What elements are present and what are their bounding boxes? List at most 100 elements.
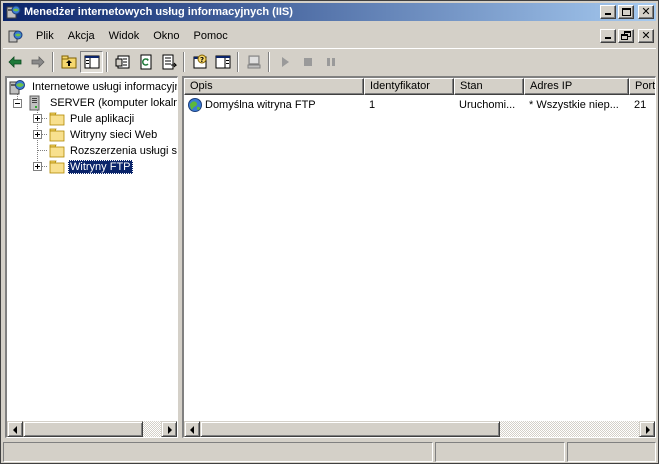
mmc-document-icon[interactable]: [7, 28, 23, 44]
menu-akcja[interactable]: Akcja: [61, 27, 102, 45]
arrow-right-icon: [168, 426, 172, 434]
restore-icon: [621, 34, 628, 40]
ftp-site-name: Domyślna witryna FTP: [205, 98, 316, 111]
minimize-button[interactable]: [600, 5, 616, 19]
menu-okno[interactable]: Okno: [146, 27, 186, 45]
results-pane[interactable]: Opis Identyfikator Stan Adres IP Port Do…: [182, 76, 656, 438]
tree-node-pule-aplikacji[interactable]: Pule aplikacji: [49, 111, 136, 127]
refresh-button[interactable]: [134, 51, 157, 73]
show-hide-action-pane-icon: [215, 55, 230, 68]
cell-opis: Domyślna witryna FTP: [184, 97, 364, 113]
expand-toggle-witryny-ftp[interactable]: [33, 162, 42, 171]
svg-text:?: ?: [200, 56, 204, 64]
scroll-left-button[interactable]: [7, 421, 23, 437]
tree-node-rozszerzenia[interactable]: Rozszerzenia usługi sieci Web: [49, 143, 177, 159]
export-list-icon: [162, 54, 177, 69]
tree-root-iis[interactable]: Internetowe usługi informacyjne: [9, 79, 178, 95]
close-icon: ✕: [641, 5, 651, 18]
console-tree-pane[interactable]: Internetowe usługi informacyjne SERVER (…: [5, 76, 178, 438]
cell-identyfikator: 1: [369, 98, 376, 111]
folder-icon: [49, 160, 65, 174]
export-list-button[interactable]: [157, 51, 180, 73]
status-panel-main: [3, 442, 433, 462]
refresh-icon: [140, 54, 151, 69]
show-hide-action-pane-button[interactable]: [211, 51, 234, 73]
menu-pomoc[interactable]: Pomoc: [187, 27, 235, 45]
maximize-icon: [622, 8, 631, 16]
maximize-button[interactable]: [618, 5, 634, 19]
tree-label: Internetowe usługi informacyjne: [32, 81, 178, 93]
back-button[interactable]: [3, 51, 26, 73]
pause-button[interactable]: [319, 51, 342, 73]
folder-icon: [49, 128, 65, 142]
toolbar: ?: [3, 48, 656, 74]
tree-label-selected: Witryny FTP: [68, 160, 133, 174]
scroll-thumb[interactable]: [200, 421, 500, 437]
arrow-left-icon: [13, 426, 17, 434]
tree-label: Rozszerzenia usługi sieci Web: [70, 145, 177, 157]
tree-node-server[interactable]: SERVER (komputer lokalny): [27, 95, 178, 111]
ftp-site-icon: [188, 97, 202, 112]
arrow-left-icon: [190, 426, 194, 434]
tree-label: Witryny sieci Web: [70, 129, 158, 141]
properties-button[interactable]: [111, 51, 134, 73]
folder-icon: [49, 112, 65, 126]
column-header-stan[interactable]: Stan: [454, 78, 524, 95]
expand-toggle-witryny-web[interactable]: [33, 130, 42, 139]
close-icon: ✕: [641, 29, 651, 42]
column-header-identyfikator[interactable]: Identyfikator: [364, 78, 454, 95]
scroll-right-button[interactable]: [161, 421, 177, 437]
play-icon: [281, 56, 289, 67]
show-hide-console-tree-button[interactable]: [80, 50, 103, 73]
forward-arrow-icon: [31, 55, 45, 68]
computer-icon: [247, 55, 260, 68]
up-one-level-button[interactable]: [57, 51, 80, 73]
minimize-icon: [605, 37, 611, 39]
cell-port: 21: [634, 98, 647, 111]
tree-label: SERVER (komputer lokalny): [50, 97, 178, 109]
column-header-opis[interactable]: Opis: [184, 78, 364, 95]
menu-widok[interactable]: Widok: [102, 27, 147, 45]
scroll-track[interactable]: [23, 421, 161, 437]
menu-bar: Plik Akcja Widok Okno Pomoc ✕: [3, 25, 656, 47]
title-bar[interactable]: Menedżer internetowych usług informacyjn…: [3, 3, 656, 21]
stop-button[interactable]: [296, 51, 319, 73]
column-header-adres-ip[interactable]: Adres IP: [524, 78, 629, 95]
column-header-port[interactable]: Port: [629, 78, 655, 95]
child-restore-button[interactable]: [618, 29, 634, 43]
expand-toggle-pule[interactable]: [33, 114, 42, 123]
scroll-left-button[interactable]: [184, 421, 200, 437]
back-arrow-icon: [7, 55, 21, 68]
menu-plik[interactable]: Plik: [29, 27, 61, 45]
child-minimize-button[interactable]: [600, 29, 616, 43]
main-window: Menedżer internetowych usług informacyjn…: [0, 0, 659, 464]
scroll-right-button[interactable]: [639, 421, 655, 437]
tree-node-witryny-ftp[interactable]: Witryny FTP: [49, 159, 133, 175]
iis-app-icon: [5, 4, 21, 20]
folder-icon: [49, 144, 65, 158]
list-header: Opis Identyfikator Stan Adres IP Port: [184, 78, 655, 95]
tree-horizontal-scrollbar[interactable]: [7, 421, 177, 437]
list-horizontal-scrollbar[interactable]: [184, 421, 655, 437]
minimize-icon: [605, 13, 611, 15]
child-close-button[interactable]: ✕: [638, 29, 654, 43]
connect-computer-button[interactable]: [242, 51, 265, 73]
tree-node-witryny-sieci-web[interactable]: Witryny sieci Web: [49, 127, 159, 143]
cell-stan: Uruchomi...: [459, 98, 516, 111]
forward-button[interactable]: [26, 51, 49, 73]
help-icon: ?: [193, 54, 206, 68]
status-panel-3: [567, 442, 656, 462]
window-title: Menedżer internetowych usług informacyjn…: [24, 6, 293, 18]
collapse-toggle-server[interactable]: [13, 99, 22, 108]
up-one-level-icon: [61, 55, 76, 68]
help-button[interactable]: ?: [188, 51, 211, 73]
list-item[interactable]: Domyślna witryna FTP 1 Uruchomi... * Wsz…: [184, 96, 655, 113]
scroll-track[interactable]: [200, 421, 639, 437]
tree-label: Pule aplikacji: [70, 113, 135, 125]
close-button[interactable]: ✕: [638, 5, 654, 19]
cell-adres-ip: * Wszystkie niep...: [529, 98, 619, 111]
start-button[interactable]: [273, 51, 296, 73]
properties-icon: [115, 55, 129, 68]
console-tree: Internetowe usługi informacyjne SERVER (…: [7, 78, 178, 422]
scroll-thumb[interactable]: [23, 421, 143, 437]
